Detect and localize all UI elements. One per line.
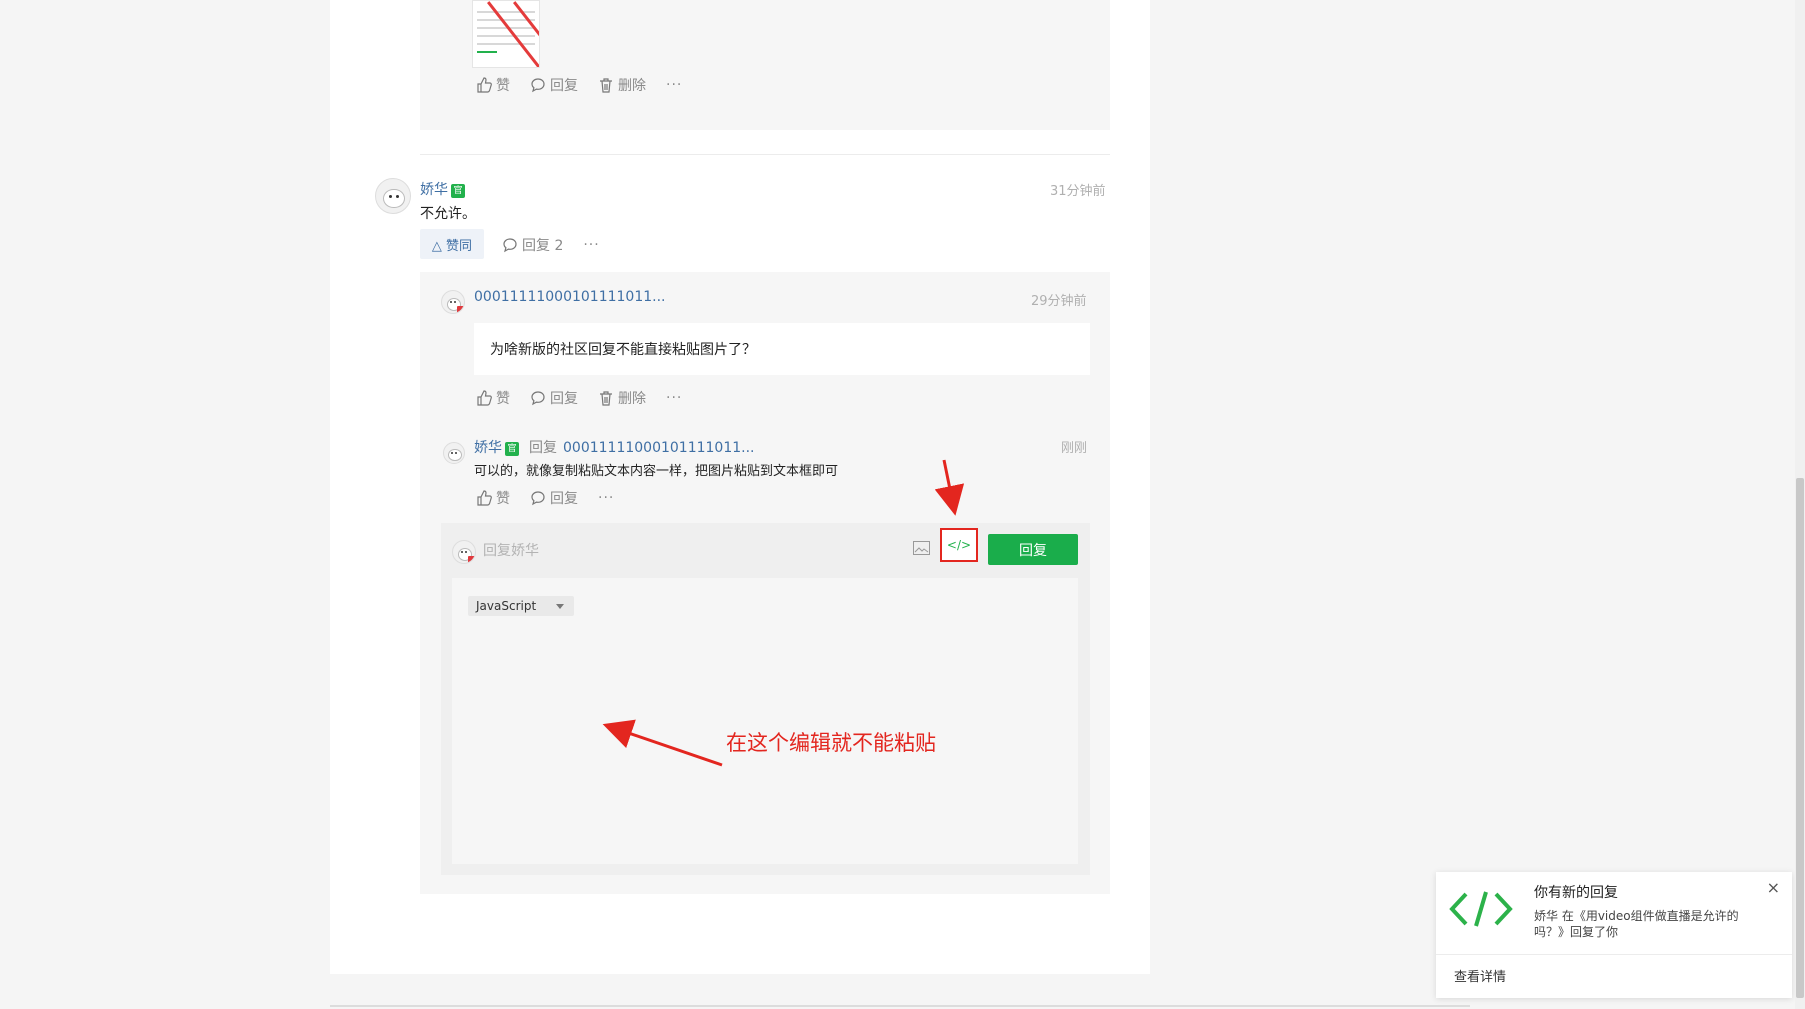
notification-body: 娇华 在《用video组件做直播是允许的吗？》回复了你 — [1534, 909, 1739, 939]
close-icon[interactable]: × — [1767, 878, 1780, 897]
annotation-arrows — [602, 459, 965, 767]
view-details-link[interactable]: 查看详情 — [1454, 966, 1506, 985]
notification-divider — [1436, 954, 1792, 955]
page-bottom-border — [330, 1005, 1470, 1007]
annotation-arrow-down — [934, 459, 965, 516]
annotation-arrow-left — [602, 719, 723, 767]
scrollbar[interactable] — [1795, 0, 1805, 1009]
notification-toast: 你有新的回复 娇华 在《用video组件做直播是允许的吗？》回复了你 × 查看详… — [1436, 872, 1792, 998]
annotation-text: 在这个编辑就不能粘贴 — [726, 731, 936, 755]
notification-title: 你有新的回复 — [1534, 885, 1618, 901]
code-brackets-icon — [1449, 891, 1513, 927]
scrollbar-thumb[interactable] — [1796, 478, 1804, 998]
